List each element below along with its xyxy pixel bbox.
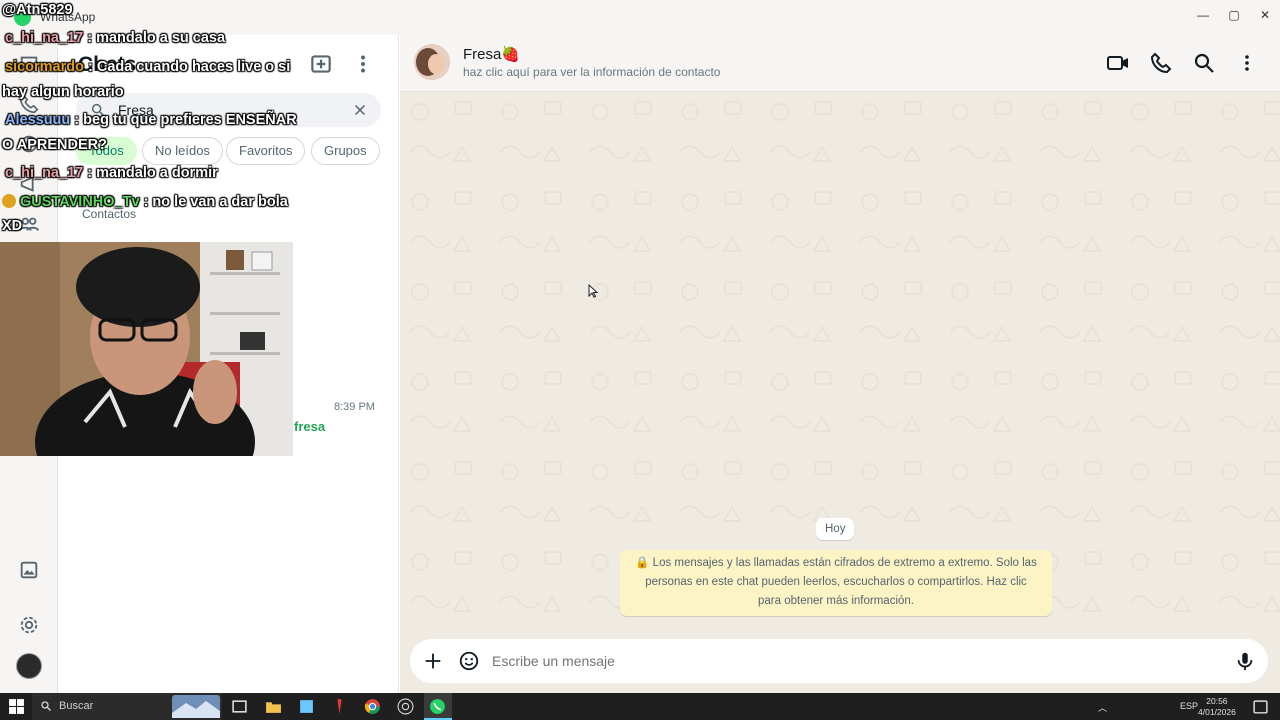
notifications-icon[interactable] — [1252, 699, 1269, 716]
message-composer — [400, 637, 1280, 693]
webcam-overlay — [0, 242, 293, 456]
task-view-icon[interactable] — [231, 698, 248, 715]
search-conversation-icon[interactable] — [1192, 51, 1216, 75]
result-timestamp: 8:39 PM — [334, 401, 375, 413]
media-icon[interactable] — [18, 559, 40, 581]
communities-icon[interactable] — [18, 213, 40, 235]
menu-more-icon[interactable] — [350, 51, 376, 77]
taskbar-search[interactable]: Buscar — [32, 693, 222, 720]
mouse-cursor-icon — [588, 284, 598, 298]
search-icon — [91, 103, 105, 117]
close-window-button[interactable]: ✕ — [1250, 3, 1280, 27]
streamer-webcam-image — [0, 242, 293, 456]
microphone-icon[interactable] — [1234, 650, 1256, 672]
profile-avatar[interactable] — [16, 653, 42, 679]
tray-chevron-icon[interactable]: ︿ — [1098, 701, 1107, 714]
maximize-button[interactable]: ▢ — [1219, 3, 1249, 27]
contact-info-hint[interactable]: haz clic aquí para ver la información de… — [463, 65, 720, 79]
contact-name[interactable]: Fresa🍓 — [463, 45, 520, 63]
conversation-header[interactable]: Fresa🍓 haz clic aquí para ver la informa… — [400, 35, 1280, 92]
chats-icon[interactable] — [18, 53, 40, 75]
channels-icon[interactable] — [18, 173, 40, 195]
start-windows-icon[interactable] — [8, 698, 25, 715]
search-bar — [76, 93, 381, 127]
conversation-menu-icon[interactable] — [1235, 51, 1259, 75]
app-red-icon[interactable] — [331, 698, 348, 715]
message-area: Hoy 🔒 Los mensajes y las llamadas están … — [400, 92, 1280, 637]
contact-photo-icon — [414, 44, 450, 80]
minimize-button[interactable]: — — [1188, 3, 1218, 27]
whatsapp-logo-icon — [14, 9, 31, 26]
search-highlight-image — [172, 695, 220, 718]
status-icon[interactable] — [18, 133, 40, 155]
date-divider: Hoy — [816, 518, 855, 540]
windows-taskbar: Buscar ︿ ESP 20:56 4/01/2026 — [0, 693, 1280, 720]
new-chat-icon[interactable] — [308, 51, 334, 77]
search-result-item[interactable]: fresa — [294, 419, 325, 434]
settings-gear-icon[interactable] — [18, 614, 40, 636]
encryption-notice[interactable]: 🔒 Los mensajes y las llamadas están cifr… — [620, 550, 1052, 616]
attach-plus-icon[interactable] — [422, 650, 444, 672]
composer-box — [410, 639, 1268, 683]
message-input[interactable] — [492, 651, 1192, 671]
contacts-section-label: Contactos — [82, 207, 137, 221]
language-indicator[interactable]: ESP — [1180, 701, 1198, 711]
filter-chip-todos[interactable]: Todos — [76, 137, 137, 165]
obs-icon[interactable] — [397, 698, 414, 715]
notes-app-icon[interactable] — [298, 698, 315, 715]
filter-chip-favoritos[interactable]: Favoritos — [226, 137, 306, 165]
title-bar: WhatsApp — ▢ ✕ — [0, 0, 1280, 35]
filter-chip-grupos[interactable]: Grupos — [311, 137, 380, 165]
window-title: WhatsApp — [40, 10, 96, 24]
whatsapp-icon — [430, 699, 445, 714]
clear-search-icon[interactable] — [351, 101, 369, 119]
contact-avatar[interactable] — [414, 44, 450, 80]
filter-chip-no-leidos[interactable]: No leídos — [142, 137, 223, 165]
conversation-panel: Fresa🍓 haz clic aquí para ver la informa… — [400, 35, 1280, 693]
taskbar-search-icon — [41, 701, 51, 711]
panel-title: Chats — [78, 53, 137, 76]
search-input[interactable] — [118, 101, 338, 119]
taskbar-search-label: Buscar — [59, 700, 94, 712]
chrome-icon[interactable] — [364, 698, 381, 715]
voice-call-icon[interactable] — [1149, 51, 1173, 75]
file-explorer-icon[interactable] — [265, 698, 282, 715]
whatsapp-taskbar-button[interactable] — [424, 693, 452, 720]
system-clock[interactable]: 20:56 4/01/2026 — [1198, 696, 1236, 718]
sticker-emoji-icon[interactable] — [458, 650, 480, 672]
video-call-icon[interactable] — [1106, 51, 1130, 75]
calls-icon[interactable] — [18, 93, 40, 115]
